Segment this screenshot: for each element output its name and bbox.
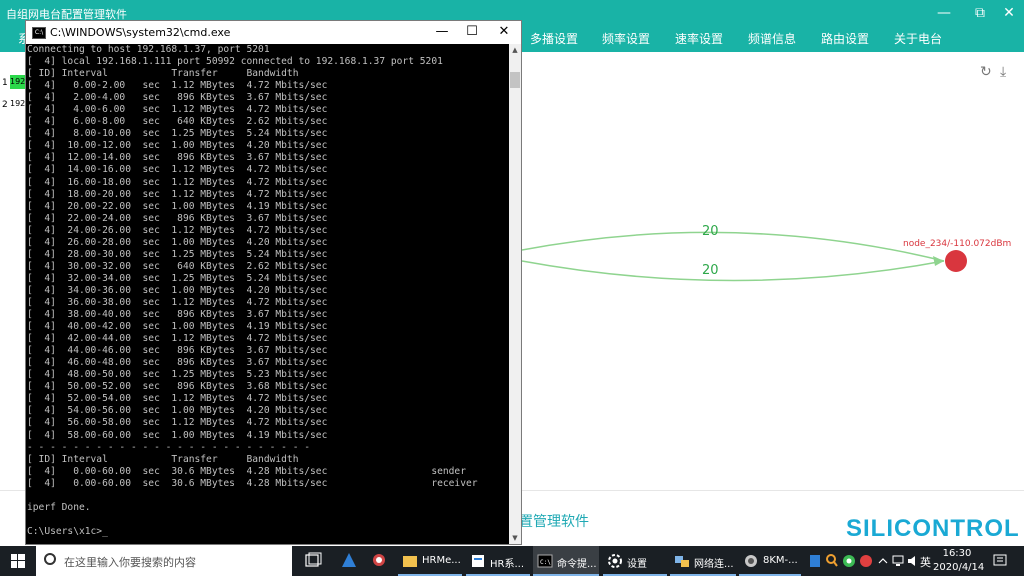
pinned-app-button[interactable] xyxy=(367,546,391,576)
clock-date[interactable]: 2020/4/14 xyxy=(933,562,984,573)
edge-label: 20 xyxy=(702,263,719,278)
app-icon xyxy=(810,555,820,567)
terminal-icon: C:\ xyxy=(537,554,553,568)
edge-browser-button[interactable] xyxy=(337,546,361,576)
taskbar-item-label: HR系... xyxy=(490,559,525,570)
show-hidden-icons-button[interactable] xyxy=(877,546,889,576)
cmd-maximize-button[interactable]: ☐ xyxy=(457,23,487,41)
cmd-title: C:\WINDOWS\system32\cmd.exe xyxy=(50,26,231,39)
taskbar-item[interactable]: 网络连... xyxy=(670,546,736,576)
taskbar-item-active[interactable]: C:\ 命令提... xyxy=(533,546,599,576)
cmd-output[interactable]: Connecting to host 192.168.1.37, port 52… xyxy=(26,44,508,544)
browser-icon xyxy=(843,555,855,567)
scroll-thumb[interactable] xyxy=(510,72,520,88)
task-view-button[interactable] xyxy=(300,546,326,576)
scroll-down-arrow-icon[interactable]: ▼ xyxy=(509,532,521,544)
gear-icon xyxy=(608,554,622,568)
network-status-icon xyxy=(892,555,904,566)
tray-app-icon[interactable] xyxy=(808,546,822,576)
cmd-icon: C:\ xyxy=(32,27,46,39)
windows-logo-icon xyxy=(11,554,25,568)
search-icon xyxy=(826,554,838,567)
taskbar-item-label: 设置 xyxy=(627,559,647,570)
taskbar-search[interactable]: 在这里输入你要搜索的内容 xyxy=(36,546,292,576)
taskbar: 在这里输入你要搜索的内容 HRMe... HR系... C:\ 命令提... 设… xyxy=(0,546,1024,576)
app-icon xyxy=(472,555,484,567)
cmd-text: Connecting to host 192.168.1.37, port 52… xyxy=(27,44,478,537)
clock-time[interactable]: 16:30 xyxy=(937,548,977,559)
folder-icon xyxy=(403,556,417,567)
edge-icon xyxy=(342,553,356,567)
ime-indicator[interactable]: 英 xyxy=(920,554,934,584)
tray-app-icon[interactable] xyxy=(859,546,873,576)
edge-label: 20 xyxy=(702,224,719,239)
start-button[interactable] xyxy=(0,546,36,576)
tray-browser-button[interactable] xyxy=(842,546,856,576)
taskbar-item-label: HRMe... xyxy=(422,555,461,566)
svg-text:C:\: C:\ xyxy=(540,559,551,566)
footer-title: 置管理软件 xyxy=(519,514,589,530)
node-label: node_234/-110.072dBm xyxy=(903,239,1011,249)
taskbar-item[interactable]: HR系... xyxy=(466,546,530,576)
search-placeholder: 在这里输入你要搜索的内容 xyxy=(64,556,196,569)
arrow-icon xyxy=(933,256,944,266)
tray-network-button[interactable] xyxy=(891,546,905,576)
volume-icon xyxy=(908,556,915,566)
taskbar-item-label: 网络连... xyxy=(694,559,734,570)
notification-icon xyxy=(993,554,1007,566)
network-icon xyxy=(675,556,689,567)
chevron-up-icon xyxy=(878,558,888,564)
taskbar-item-label: 8KM-... xyxy=(763,555,798,566)
scroll-up-arrow-icon[interactable]: ▲ xyxy=(509,44,521,56)
app-icon xyxy=(860,555,872,567)
taskbar-item-label: 命令提... xyxy=(557,559,597,570)
task-view-icon xyxy=(305,552,322,567)
tray-search-button[interactable] xyxy=(825,546,839,576)
taskbar-item[interactable]: HRMe... xyxy=(398,546,462,576)
cmd-scrollbar[interactable]: ▲ ▼ xyxy=(509,44,521,544)
cmd-minimize-button[interactable]: — xyxy=(427,23,457,41)
cmd-close-button[interactable]: ✕ xyxy=(489,23,519,41)
cmd-titlebar[interactable]: C:\ C:\WINDOWS\system32\cmd.exe — ☐ ✕ xyxy=(26,21,521,44)
app-icon xyxy=(373,554,385,566)
graph-node[interactable] xyxy=(945,250,967,272)
taskbar-item[interactable]: 设置 xyxy=(603,546,667,576)
search-icon xyxy=(44,553,56,565)
link-edge xyxy=(521,231,945,262)
action-center-button[interactable] xyxy=(990,546,1010,576)
app-icon xyxy=(745,555,757,567)
link-edge xyxy=(521,260,945,282)
tray-volume-button[interactable] xyxy=(906,546,920,576)
cmd-window[interactable]: C:\ C:\WINDOWS\system32\cmd.exe — ☐ ✕ Co… xyxy=(25,20,522,545)
silicontrol-logo: SILICONTROL xyxy=(846,515,1020,542)
taskbar-item[interactable]: 8KM-... xyxy=(739,546,801,576)
